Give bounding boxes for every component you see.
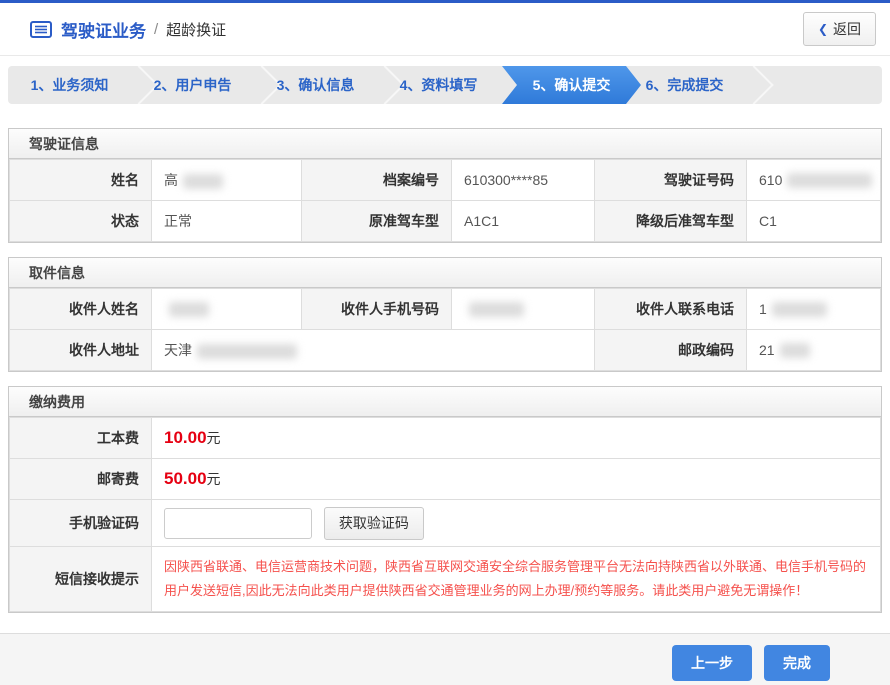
table-row: 收件人姓名 收件人手机号码 收件人联系电话 1 [10, 289, 881, 330]
recipient-address-label: 收件人地址 [10, 330, 152, 371]
name-value: 高 [152, 160, 302, 201]
sms-notice-text: 因陕西省联通、电信运营商技术问题，陕西省互联网交通安全综合服务管理平台无法向持陕… [164, 555, 868, 603]
redacted-blur [469, 302, 524, 317]
table-row: 短信接收提示 因陕西省联通、电信运营商技术问题，陕西省互联网交通安全综合服务管理… [10, 547, 881, 612]
step-3-confirm-info: 3、确认信息 [254, 66, 377, 104]
back-button-label: 返回 [833, 19, 861, 39]
page-title: 驾驶证业务 [61, 17, 146, 42]
recipient-mobile-label: 收件人手机号码 [302, 289, 452, 330]
step-wizard: 1、业务须知 2、用户申告 3、确认信息 4、资料填写 5、确认提交 6、完成提… [8, 66, 882, 104]
step-4-fill-data: 4、资料填写 [377, 66, 500, 104]
postage-fee-label: 邮寄费 [10, 459, 152, 500]
production-cost-value: 10.00元 [152, 418, 881, 459]
step-1-notice: 1、业务须知 [8, 66, 131, 104]
license-info-section: 驾驶证信息 姓名 高 档案编号 610300****85 驾驶证号码 610 状… [8, 128, 882, 243]
page-subtitle: 超龄换证 [166, 19, 226, 40]
sms-code-input[interactable] [164, 508, 312, 539]
sms-notice-cell: 因陕西省联通、电信运营商技术问题，陕西省互联网交通安全综合服务管理平台无法向持陕… [152, 547, 881, 612]
table-row: 手机验证码 获取验证码 [10, 500, 881, 547]
sms-notice-label: 短信接收提示 [10, 547, 152, 612]
redacted-blur [780, 343, 810, 358]
file-number-label: 档案编号 [302, 160, 452, 201]
redacted-blur [772, 302, 827, 317]
get-sms-code-button[interactable]: 获取验证码 [324, 507, 424, 540]
production-cost-unit: 元 [207, 430, 221, 446]
fees-section: 缴纳费用 工本费 10.00元 邮寄费 50.00元 手机验证码 获取验证码 短… [8, 386, 882, 613]
postcode-value: 21 [747, 330, 881, 371]
footer-action-bar: 上一步 完成 [0, 633, 890, 685]
downgraded-class-label: 降级后准驾车型 [595, 201, 747, 242]
pickup-section-title: 取件信息 [9, 258, 881, 288]
fees-section-title: 缴纳费用 [9, 387, 881, 417]
step-2-declaration: 2、用户申告 [131, 66, 254, 104]
pickup-info-section: 取件信息 收件人姓名 收件人手机号码 收件人联系电话 1 收件人地址 天津 邮政… [8, 257, 882, 372]
downgraded-class-value: C1 [747, 201, 881, 242]
recipient-name-value [152, 289, 302, 330]
wizard-filler [746, 66, 882, 104]
file-number-value: 610300****85 [452, 160, 595, 201]
status-label: 状态 [10, 201, 152, 242]
recipient-address-value: 天津 [152, 330, 595, 371]
back-chevron-icon: ❮ [818, 22, 828, 36]
license-section-title: 驾驶证信息 [9, 129, 881, 159]
license-number-value: 610 [747, 160, 881, 201]
redacted-blur [169, 302, 209, 317]
step-5-confirm-submit: 5、确认提交 [502, 66, 641, 104]
table-row: 邮寄费 50.00元 [10, 459, 881, 500]
redacted-blur [197, 344, 297, 359]
redacted-blur [787, 173, 872, 188]
page-header: 驾驶证业务 / 超龄换证 ❮ 返回 [0, 3, 890, 56]
recipient-mobile-value [452, 289, 595, 330]
table-row: 姓名 高 档案编号 610300****85 驾驶证号码 610 [10, 160, 881, 201]
name-label: 姓名 [10, 160, 152, 201]
table-row: 工本费 10.00元 [10, 418, 881, 459]
table-row: 状态 正常 原准驾车型 A1C1 降级后准驾车型 C1 [10, 201, 881, 242]
table-row: 收件人地址 天津 邮政编码 21 [10, 330, 881, 371]
redacted-blur [183, 174, 223, 189]
back-button[interactable]: ❮ 返回 [803, 12, 876, 46]
fees-table: 工本费 10.00元 邮寄费 50.00元 手机验证码 获取验证码 短信接收提示… [9, 417, 881, 612]
original-class-value: A1C1 [452, 201, 595, 242]
production-cost-amount: 10.00 [164, 428, 207, 447]
postcode-label: 邮政编码 [595, 330, 747, 371]
recipient-phone-value: 1 [747, 289, 881, 330]
postage-fee-unit: 元 [207, 471, 221, 487]
license-number-label: 驾驶证号码 [595, 160, 747, 201]
license-info-table: 姓名 高 档案编号 610300****85 驾驶证号码 610 状态 正常 原… [9, 159, 881, 242]
recipient-name-label: 收件人姓名 [10, 289, 152, 330]
postage-fee-amount: 50.00 [164, 469, 207, 488]
postage-fee-value: 50.00元 [152, 459, 881, 500]
sms-code-label: 手机验证码 [10, 500, 152, 547]
recipient-phone-label: 收件人联系电话 [595, 289, 747, 330]
license-form-icon [30, 21, 52, 38]
sms-code-cell: 获取验证码 [152, 500, 881, 547]
status-value: 正常 [152, 201, 302, 242]
step-6-complete: 6、完成提交 [623, 66, 746, 104]
finish-button[interactable]: 完成 [764, 645, 830, 681]
breadcrumb-divider: / [154, 21, 158, 38]
original-class-label: 原准驾车型 [302, 201, 452, 242]
previous-step-button[interactable]: 上一步 [672, 645, 752, 681]
pickup-info-table: 收件人姓名 收件人手机号码 收件人联系电话 1 收件人地址 天津 邮政编码 21 [9, 288, 881, 371]
production-cost-label: 工本费 [10, 418, 152, 459]
